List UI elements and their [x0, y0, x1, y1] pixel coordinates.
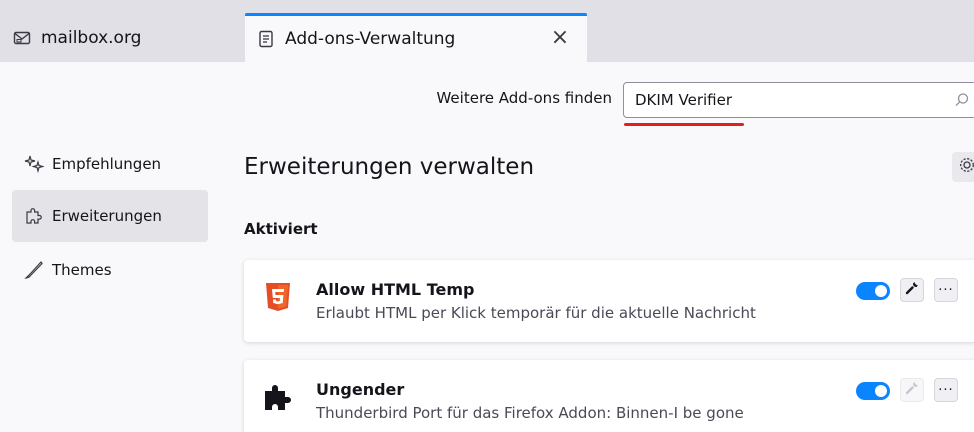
sidebar-item-extensions[interactable]: Erweiterungen	[12, 190, 208, 242]
sidebar-item-label: Themes	[52, 261, 112, 279]
mail-icon	[13, 29, 31, 47]
puzzle-icon	[262, 381, 294, 413]
spellcheck-underline	[624, 123, 744, 126]
search-field[interactable]	[623, 82, 974, 118]
addon-description: Thunderbird Port für das Firefox Addon: …	[316, 404, 744, 422]
search-icon[interactable]	[954, 92, 970, 108]
search-input[interactable]	[635, 89, 935, 111]
find-addons-label: Weitere Add-ons finden	[436, 89, 612, 107]
addon-card[interactable]: Allow HTML Temp Erlaubt HTML per Klick t…	[244, 260, 974, 342]
tools-gear-button[interactable]	[952, 152, 974, 182]
addon-more-options-button[interactable]: ···	[934, 378, 958, 402]
addon-enable-toggle[interactable]	[856, 282, 890, 300]
gear-icon	[958, 156, 974, 178]
sidebar-item-themes[interactable]: Themes	[12, 244, 208, 296]
more-icon: ···	[938, 382, 954, 398]
addon-enable-toggle[interactable]	[856, 382, 890, 400]
more-icon: ···	[938, 282, 954, 298]
toggle-knob	[875, 285, 887, 297]
toggle-knob	[875, 385, 887, 397]
sidebar-item-recommendations[interactable]: Empfehlungen	[12, 138, 208, 190]
section-heading-enabled: Aktiviert	[244, 220, 318, 238]
tab-label: Add-ons-Verwaltung	[285, 29, 456, 49]
tab-label: mailbox.org	[41, 27, 142, 48]
addon-card[interactable]: Ungender Thunderbird Port für das Firefo…	[244, 360, 974, 432]
sidebar-item-label: Erweiterungen	[52, 207, 162, 225]
addon-preferences-button	[900, 378, 924, 402]
addon-name[interactable]: Allow HTML Temp	[316, 280, 474, 299]
addon-preferences-button[interactable]	[900, 278, 924, 302]
sidebar-item-label: Empfehlungen	[52, 155, 162, 173]
puzzle-icon	[24, 206, 44, 226]
tab-addons-manager[interactable]: Add-ons-Verwaltung ×	[245, 13, 587, 62]
wrench-icon	[905, 381, 919, 399]
addon-more-options-button[interactable]: ···	[934, 278, 958, 302]
brush-icon	[24, 260, 44, 280]
close-icon[interactable]: ×	[549, 25, 571, 50]
addon-description: Erlaubt HTML per Klick temporär für die …	[316, 304, 756, 322]
tab-strip: mailbox.org Add-ons-Verwaltung ×	[0, 0, 974, 62]
document-icon	[257, 30, 275, 48]
wrench-icon	[905, 281, 919, 299]
sparkle-icon	[24, 154, 44, 174]
page-title: Erweiterungen verwalten	[244, 154, 535, 180]
html5-icon	[262, 281, 294, 313]
addon-name[interactable]: Ungender	[316, 380, 404, 399]
tab-mailbox[interactable]: mailbox.org	[0, 13, 240, 62]
